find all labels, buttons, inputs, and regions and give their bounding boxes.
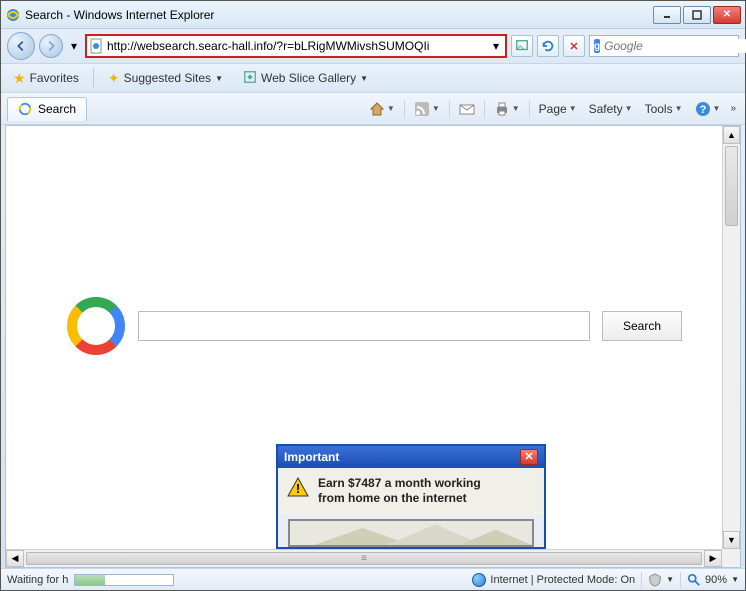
- window-controls: ✕: [653, 6, 741, 24]
- url-input[interactable]: [107, 36, 487, 56]
- zoom-value: 90%: [705, 574, 727, 586]
- web-slice-label: Web Slice Gallery: [261, 71, 356, 85]
- vertical-scroll-thumb[interactable]: [725, 146, 738, 226]
- navigation-bar: ▾ ▾ ✕ g: [1, 29, 745, 63]
- scroll-corner: [722, 549, 740, 567]
- command-bar-expand[interactable]: »: [727, 98, 739, 120]
- compat-view-button[interactable]: [511, 35, 533, 57]
- popup-line-1: Earn $7487 a month working: [318, 476, 481, 492]
- status-bar: Waiting for h Internet | Protected Mode:…: [1, 568, 745, 590]
- scroll-left-button[interactable]: ◀: [6, 550, 24, 567]
- feeds-button[interactable]: ▼: [409, 98, 445, 120]
- popup-titlebar: Important ✕: [278, 446, 544, 468]
- refresh-button[interactable]: [537, 35, 559, 57]
- home-button[interactable]: ▼: [364, 98, 400, 120]
- suggested-sites-label: Suggested Sites: [124, 71, 211, 85]
- shield-icon: [648, 573, 662, 587]
- scroll-right-button[interactable]: ▶: [704, 550, 722, 567]
- web-slice-button[interactable]: Web Slice Gallery ▼: [237, 68, 374, 89]
- window-title: Search - Windows Internet Explorer: [25, 8, 653, 22]
- vertical-scrollbar[interactable]: ▲ ▼: [722, 126, 740, 549]
- security-zone[interactable]: Internet | Protected Mode: On: [472, 573, 635, 587]
- ie-icon: [5, 7, 21, 23]
- star-icon: ★: [13, 70, 26, 87]
- browser-tab[interactable]: Search: [7, 97, 87, 121]
- chevron-down-icon: ▼: [360, 74, 368, 83]
- print-button[interactable]: ▼: [489, 98, 525, 120]
- nav-history-dropdown[interactable]: ▾: [67, 36, 81, 56]
- search-row: Search: [66, 296, 682, 356]
- scroll-down-button[interactable]: ▼: [723, 531, 740, 549]
- zoom-control[interactable]: 90% ▼: [687, 573, 739, 587]
- favorites-bar: ★ Favorites ✦ Suggested Sites ▼ Web Slic…: [1, 63, 745, 93]
- scroll-up-button[interactable]: ▲: [723, 126, 740, 144]
- chevron-down-icon: ▼: [215, 74, 223, 83]
- popup-ad: Important ✕ ! Earn $7487 a month working…: [276, 444, 546, 549]
- separator: [93, 68, 94, 88]
- warning-icon: !: [286, 476, 310, 500]
- tools-menu[interactable]: Tools▼: [640, 98, 688, 120]
- search-provider-box: g: [589, 35, 739, 57]
- page-menu[interactable]: Page▼: [534, 98, 582, 120]
- address-bar: ▾: [85, 34, 507, 58]
- titlebar: Search - Windows Internet Explorer ✕: [1, 1, 745, 29]
- back-button[interactable]: [7, 32, 35, 60]
- popup-line-2: from home on the internet: [318, 491, 481, 507]
- popup-image[interactable]: [288, 519, 534, 547]
- page-icon: [89, 38, 105, 54]
- search-provider-input[interactable]: [604, 39, 746, 53]
- page-search-button[interactable]: Search: [602, 311, 682, 341]
- svg-text:?: ?: [699, 104, 706, 116]
- tab-title: Search: [38, 102, 76, 116]
- web-page: Search Important ✕ ! Earn $7487 a month …: [6, 126, 722, 549]
- address-dropdown[interactable]: ▾: [489, 39, 503, 53]
- maximize-button[interactable]: [683, 6, 711, 24]
- page-search-input[interactable]: [138, 311, 590, 341]
- search-logo: [66, 296, 126, 356]
- horizontal-scroll-thumb[interactable]: [26, 552, 702, 565]
- zone-text: Internet | Protected Mode: On: [490, 574, 635, 586]
- google-icon: g: [594, 39, 600, 53]
- popup-title-text: Important: [284, 450, 339, 464]
- svg-text:!: !: [296, 481, 300, 496]
- protection-indicator[interactable]: ▼: [648, 573, 674, 587]
- status-text: Waiting for h: [7, 574, 68, 586]
- tab-favicon: [18, 102, 32, 116]
- content-area: Search Important ✕ ! Earn $7487 a month …: [5, 125, 741, 568]
- horizontal-scrollbar[interactable]: ◀ ▶: [6, 549, 722, 567]
- minimize-button[interactable]: [653, 6, 681, 24]
- favorites-button[interactable]: ★ Favorites: [7, 68, 85, 89]
- popup-body[interactable]: ! Earn $7487 a month working from home o…: [278, 468, 544, 515]
- favorites-label: Favorites: [30, 71, 79, 85]
- progress-bar: [74, 574, 174, 586]
- suggested-icon: ✦: [108, 70, 120, 87]
- command-buttons: ▼ ▼ ▼ Page▼ Safety▼ Tools▼ ?▼ »: [364, 98, 739, 120]
- globe-icon: [472, 573, 486, 587]
- help-button[interactable]: ?▼: [690, 98, 726, 120]
- webslice-icon: [243, 70, 257, 87]
- close-button[interactable]: ✕: [713, 6, 741, 24]
- popup-close-button[interactable]: ✕: [520, 449, 538, 465]
- suggested-sites-button[interactable]: ✦ Suggested Sites ▼: [102, 68, 229, 89]
- command-bar: Search ▼ ▼ ▼ Page▼ Safety▼ Tools▼ ?▼ »: [1, 93, 745, 125]
- safety-menu[interactable]: Safety▼: [584, 98, 638, 120]
- forward-button[interactable]: [39, 34, 63, 58]
- read-mail-button[interactable]: [454, 98, 480, 120]
- stop-button[interactable]: ✕: [563, 35, 585, 57]
- browser-window: Search - Windows Internet Explorer ✕ ▾ ▾…: [0, 0, 746, 591]
- magnifier-icon: [687, 573, 701, 587]
